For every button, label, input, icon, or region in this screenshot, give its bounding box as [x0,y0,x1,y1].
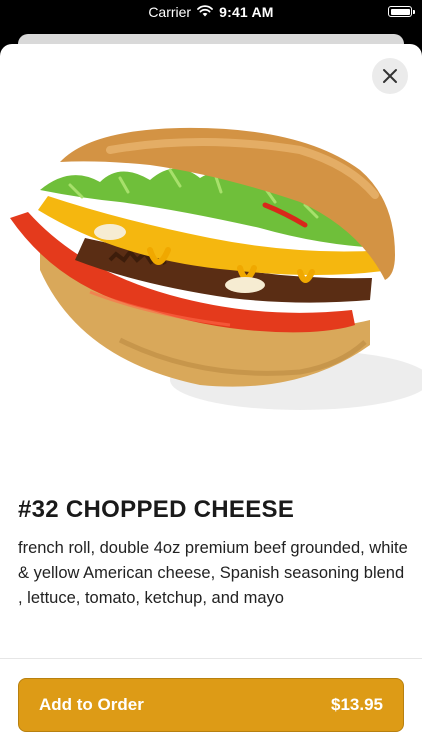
add-to-order-label: Add to Order [39,695,144,714]
wifi-icon [197,4,213,20]
add-to-order-button[interactable]: Add to Order $13.95 [18,678,404,732]
cheese-white-2 [225,277,265,293]
close-button[interactable] [372,58,408,94]
status-center: Carrier 9:41 AM [0,4,422,20]
order-price: $13.95 [331,695,383,714]
item-title: #32 CHOPPED CHEESE [18,496,295,523]
item-description: french roll, double 4oz premium beef gro… [18,539,408,607]
status-bar: Carrier 9:41 AM [0,0,422,26]
battery-icon [388,6,415,17]
cheese-white-1 [94,224,126,240]
carrier-label: Carrier [148,4,192,20]
status-time: 9:41 AM [219,4,274,20]
close-icon [383,69,397,83]
item-image [0,110,422,430]
divider [0,658,422,659]
